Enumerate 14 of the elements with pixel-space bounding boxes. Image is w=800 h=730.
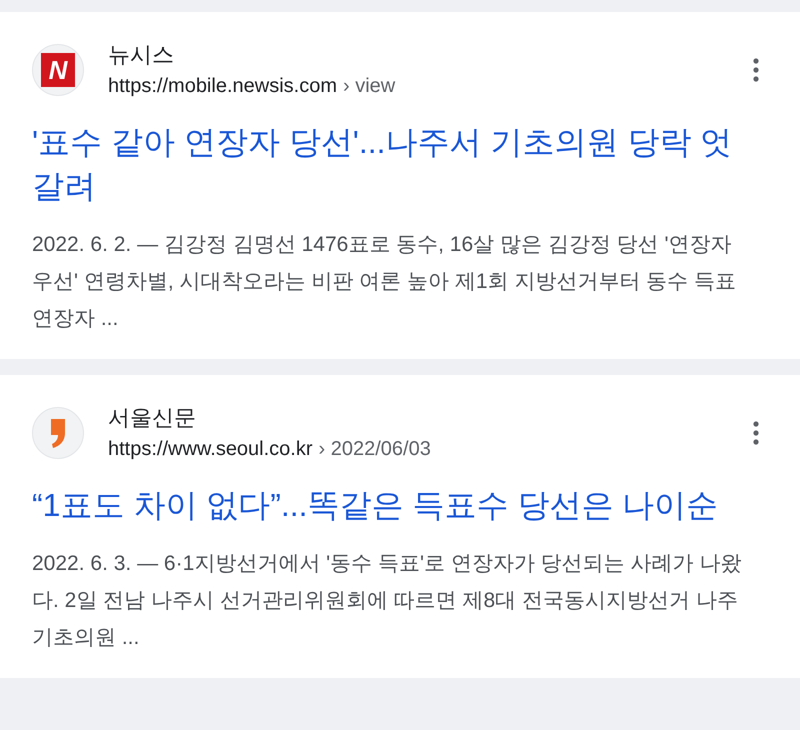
result-snippet: 2022. 6. 3. — 6·1지방선거에서 '동수 득표'로 연장자가 당선되는 사례가 나왔다. 2일 전남 나주시 선거관리위원회에 따르면 제8대 전국동시지방선거 나주 기초의원 ... bbox=[32, 551, 742, 651]
logo-letter: N bbox=[41, 53, 75, 87]
site-url: https://www.seoul.co.kr bbox=[108, 437, 313, 462]
more-icon bbox=[753, 421, 759, 445]
site-url: https://mobile.newsis.com bbox=[108, 74, 337, 99]
more-icon bbox=[753, 58, 759, 82]
result-title-link[interactable]: '표수 같아 연장자 당선'...나주서 기초의원 당락 엇갈려 bbox=[32, 120, 768, 208]
result-snippet: 2022. 6. 2. — 김강정 김명선 1476표로 동수, 16살 많은 김강정 당선 '연장자 우선' 연령차별, 시대착오라는 비판 여론 높아 제1회 지방선거부터 동수 득표 연장자 ... bbox=[32, 232, 738, 332]
site-name: 뉴시스 bbox=[108, 41, 175, 69]
url-breadcrumb: › 2022/06/03 bbox=[318, 437, 431, 462]
comma-icon bbox=[48, 417, 68, 449]
url-breadcrumb: › view bbox=[342, 74, 396, 99]
result-title-link[interactable]: “1표도 차이 없다”...똑같은 득표수 당선은 나이순 bbox=[32, 483, 768, 527]
site-name: 서울신문 bbox=[108, 404, 197, 432]
